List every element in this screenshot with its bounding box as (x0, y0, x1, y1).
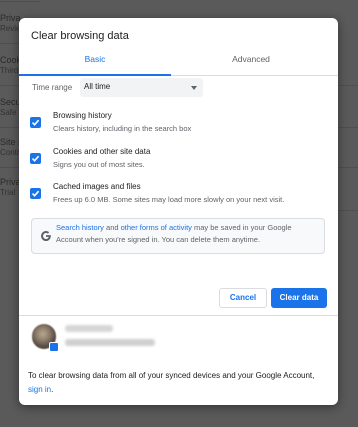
divider (0, 1, 40, 2)
browsing-history-checkbox[interactable] (30, 117, 41, 128)
info-text: Search history and other forms of activi… (56, 222, 318, 246)
clear-browsing-data-dialog: Clear browsing data Basic Advanced Time … (19, 18, 338, 405)
other-activity-link[interactable]: other forms of activity (121, 223, 192, 232)
checkmark-icon (31, 155, 40, 162)
dialog-title: Clear browsing data (31, 30, 129, 42)
blurred-account-email (65, 339, 155, 346)
sync-footer-text: To clear browsing data from all of your … (28, 369, 328, 397)
clear-data-button[interactable]: Clear data (271, 288, 327, 308)
option-title: Browsing history (53, 111, 112, 120)
caret-down-icon (191, 86, 197, 90)
cookies-checkbox[interactable] (30, 153, 41, 164)
checkmark-icon (31, 190, 40, 197)
option-title: Cached images and files (53, 182, 141, 191)
footer-text: To clear browsing data from all of your … (28, 371, 315, 380)
google-account-info-box: Search history and other forms of activi… (31, 218, 325, 254)
google-g-icon (41, 231, 51, 241)
footer-end: . (51, 385, 54, 394)
info-text-and: and (103, 223, 121, 232)
option-description: Frees up 6.0 MB. Some sites may load mor… (53, 195, 285, 204)
checkmark-icon (31, 119, 40, 126)
active-tab-indicator (19, 74, 171, 76)
option-description: Clears history, including in the search … (53, 124, 192, 133)
time-range-select[interactable]: All time (80, 78, 203, 97)
section-divider (19, 315, 338, 316)
option-description: Signs you out of most sites. (53, 160, 145, 169)
sign-in-link[interactable]: sign in (28, 385, 51, 394)
time-range-value: All time (84, 82, 111, 91)
tab-advanced[interactable]: Advanced (175, 48, 327, 75)
account-badge-icon (49, 342, 59, 352)
tab-basic[interactable]: Basic (19, 48, 171, 75)
search-history-link[interactable]: Search history (56, 223, 104, 232)
divider (336, 127, 358, 128)
blurred-account-name (65, 325, 113, 332)
time-range-label: Time range (32, 83, 73, 92)
divider (336, 167, 358, 168)
divider (336, 210, 358, 211)
tab-bar: Basic Advanced (19, 48, 338, 76)
divider (336, 85, 358, 86)
cached-images-checkbox[interactable] (30, 188, 41, 199)
option-title: Cookies and other site data (53, 147, 151, 156)
cancel-button[interactable]: Cancel (219, 288, 267, 308)
